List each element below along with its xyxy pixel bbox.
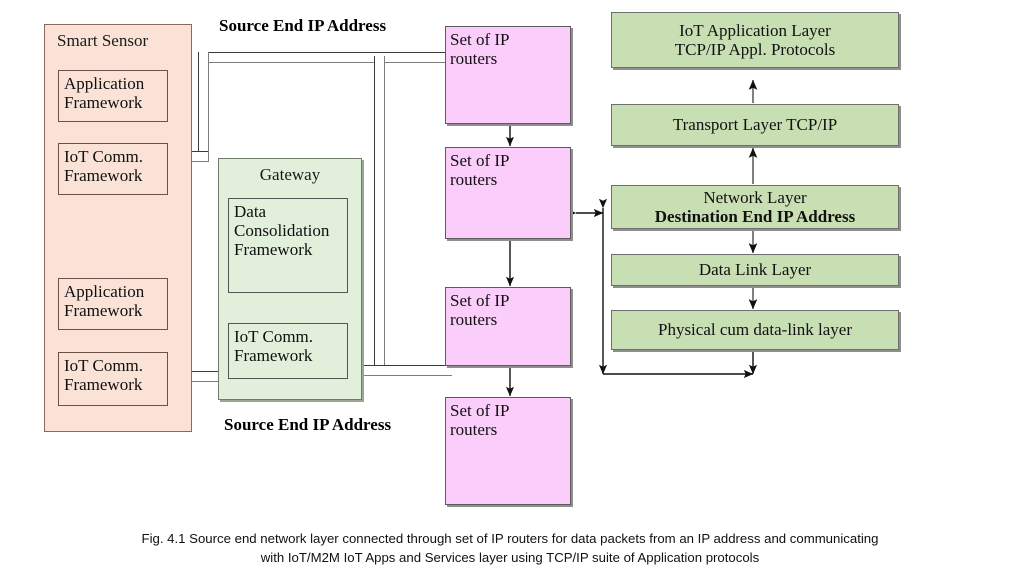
sensor-app-fw-1-line1: Application [64, 74, 145, 93]
layer-transport[interactable]: Transport Layer TCP/IP [611, 104, 899, 146]
figure-caption-line1: Fig. 4.1 Source end network layer connec… [141, 530, 879, 546]
label-source-end-ip-address-top: Source End IP Address [219, 16, 387, 35]
gateway-title: Gateway [259, 165, 321, 184]
router-set-4[interactable]: Set of IP routers [445, 397, 571, 505]
router-4-line1: Set of IP [450, 401, 510, 420]
sensor-application-framework-2[interactable]: Application Framework [58, 278, 168, 330]
router-3-line2: routers [450, 310, 498, 330]
layer-network-line2: Destination End IP Address [654, 207, 856, 226]
gw-iot-line2: Framework [234, 346, 313, 366]
pipe-gateway-right-vertical [374, 56, 385, 369]
layer-physical[interactable]: Physical cum data-link layer [611, 310, 899, 350]
sensor-app-fw-2-line2: Framework [64, 301, 143, 321]
router-set-2[interactable]: Set of IP routers [445, 147, 571, 239]
gw-dcf-line3: Framework [234, 240, 313, 260]
gateway-data-consolidation-framework[interactable]: Data Consolidation Framework [228, 198, 348, 293]
gateway-iot-comm-framework[interactable]: IoT Comm. Framework [228, 323, 348, 379]
gw-dcf-line2: Consolidation [234, 221, 330, 241]
layer-iot-application-line1: IoT Application Layer [679, 20, 831, 40]
pipe-top-left-vertical [198, 52, 209, 162]
sensor-iot-fw-2-line1: IoT Comm. [64, 356, 144, 375]
sensor-iot-fw-2-line2: Framework [64, 375, 143, 395]
layer-physical-line1: Physical cum data-link layer [657, 320, 853, 340]
router-set-3[interactable]: Set of IP routers [445, 287, 571, 366]
router-2-line1: Set of IP [450, 151, 510, 170]
layer-iot-application-line2: TCP/IP Appl. Protocols [674, 40, 836, 59]
sensor-app-fw-1-line2: Framework [64, 93, 143, 113]
router-3-line1: Set of IP [450, 291, 510, 310]
sensor-iot-comm-framework-1[interactable]: IoT Comm. Framework [58, 143, 168, 195]
label-source-end-ip-address-bottom: Source End IP Address [224, 415, 392, 434]
pipe-top-horizontal [198, 52, 452, 63]
sensor-application-framework-1[interactable]: Application Framework [58, 70, 168, 122]
gw-dcf-line1: Data [234, 202, 267, 221]
sensor-iot-fw-1-line1: IoT Comm. [64, 147, 144, 166]
router-4-line2: routers [450, 420, 498, 440]
layer-iot-application[interactable]: IoT Application Layer TCP/IP Appl. Proto… [611, 12, 899, 68]
router-1-line2: routers [450, 49, 498, 69]
router-1-line1: Set of IP [450, 30, 510, 49]
sensor-iot-comm-framework-2[interactable]: IoT Comm. Framework [58, 352, 168, 406]
figure-caption-line2: with IoT/M2M IoT Apps and Services layer… [260, 549, 760, 565]
sensor-app-fw-2-line1: Application [64, 282, 145, 301]
layer-data-link-line1: Data Link Layer [698, 260, 812, 280]
layer-data-link[interactable]: Data Link Layer [611, 254, 899, 286]
diagram-canvas: Smart Sensor Application Framework IoT C… [0, 0, 1020, 573]
router-set-1[interactable]: Set of IP routers [445, 26, 571, 124]
layer-transport-line1: Transport Layer TCP/IP [672, 115, 838, 135]
router-2-line2: routers [450, 170, 498, 190]
sensor-iot-fw-1-line2: Framework [64, 166, 143, 186]
layer-network-line1: Network Layer [703, 187, 807, 207]
gw-iot-line1: IoT Comm. [234, 327, 314, 346]
layer-network[interactable]: Network Layer Destination End IP Address [611, 185, 899, 229]
smart-sensor-title: Smart Sensor [57, 31, 149, 50]
figure-caption: Fig. 4.1 Source end network layer connec… [0, 529, 1020, 567]
